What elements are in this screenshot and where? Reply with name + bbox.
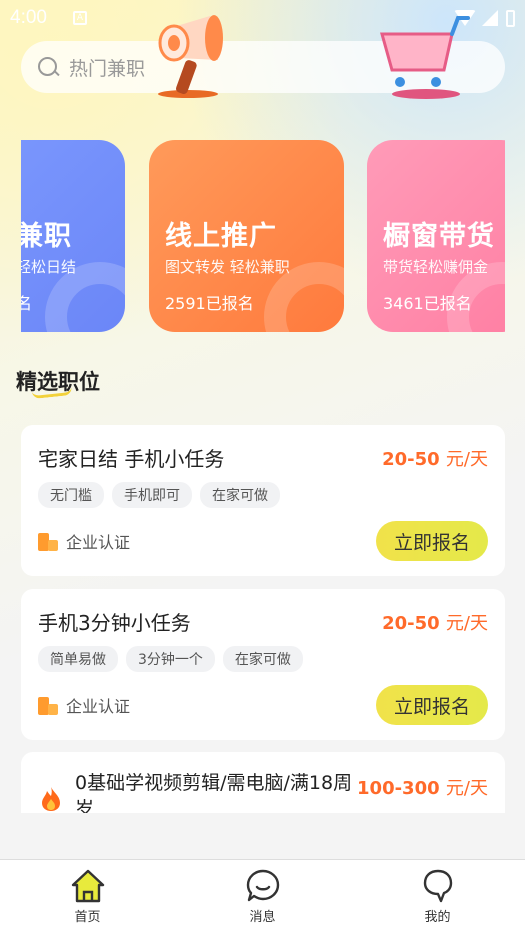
- category-card-part-time[interactable]: 兼职 轻松日结 名: [21, 140, 125, 332]
- apply-button[interactable]: 立即报名: [376, 521, 488, 561]
- job-salary: 20-50 元/天: [382, 609, 488, 635]
- category-carousel[interactable]: 兼职 轻松日结 名 线上推广 图文转发 轻松兼职 2591已报名 橱窗带货 带货…: [21, 108, 505, 338]
- search-placeholder: 热门兼职: [69, 57, 146, 80]
- nav-item-messages[interactable]: 消息: [175, 860, 350, 933]
- job-card[interactable]: 宅家日结 手机小任务 20-50 元/天 无门槛 手机即可 在家可做 企业认证 …: [21, 425, 505, 576]
- salary-unit: 元/天: [445, 778, 488, 799]
- home-icon: [71, 869, 104, 903]
- job-salary: 20-50 元/天: [382, 445, 488, 471]
- message-icon: [246, 869, 279, 902]
- job-tags: 简单易做 3分钟一个 在家可做: [38, 646, 303, 672]
- category-count: 2591已报名: [165, 294, 254, 313]
- salary-range: 100-300: [357, 778, 440, 799]
- nav-label: 首页: [74, 910, 101, 925]
- status-time: 4:00: [10, 7, 47, 28]
- building-icon: [38, 531, 58, 551]
- job-tag: 无门槛: [38, 482, 104, 508]
- bottom-navigation: 首页 消息 我的: [0, 859, 525, 933]
- category-count: 3461已报名: [383, 294, 472, 313]
- shopping-cart-icon: [380, 16, 470, 99]
- job-tags: 无门槛 手机即可 在家可做: [38, 482, 280, 508]
- salary-unit: 元/天: [445, 449, 488, 470]
- company-verified: 企业认证: [38, 529, 130, 553]
- company-verified: 企业认证: [38, 693, 130, 717]
- megaphone-icon: [158, 15, 223, 98]
- category-title: 橱窗带货: [383, 221, 495, 252]
- fire-icon: [42, 787, 60, 811]
- job-tag: 简单易做: [38, 646, 118, 672]
- category-title: 线上推广: [165, 221, 277, 252]
- verify-label: 企业认证: [66, 697, 131, 716]
- salary-range: 20-50: [382, 613, 440, 634]
- job-tag: 在家可做: [222, 646, 303, 672]
- job-tag: 手机即可: [112, 482, 192, 508]
- nav-label: 消息: [249, 910, 276, 925]
- signal-icon: [482, 10, 498, 26]
- job-salary: 100-300 元/天: [357, 774, 488, 800]
- nav-label: 我的: [424, 910, 451, 925]
- salary-unit: 元/天: [445, 613, 488, 634]
- category-subtitle: 图文转发 轻松兼职: [165, 258, 290, 276]
- search-icon: [37, 56, 59, 78]
- building-icon: [38, 695, 58, 715]
- apply-button[interactable]: 立即报名: [376, 685, 488, 725]
- job-card[interactable]: 手机3分钟小任务 20-50 元/天 简单易做 3分钟一个 在家可做 企业认证 …: [21, 589, 505, 740]
- battery-icon: [506, 9, 515, 27]
- notification-icon: A: [72, 11, 87, 25]
- category-card-showcase-selling[interactable]: 橱窗带货 带货轻松赚佣金 3461已报名: [367, 140, 505, 332]
- job-card[interactable]: 0基础学视频剪辑/需电脑/满18周岁 100-300 元/天: [21, 752, 505, 822]
- content-fade: [0, 813, 525, 859]
- job-title: 宅家日结 手机小任务: [38, 447, 225, 471]
- job-title: 手机3分钟小任务: [38, 611, 191, 635]
- category-subtitle: 带货轻松赚佣金: [383, 258, 489, 276]
- job-tag: 3分钟一个: [126, 646, 215, 672]
- job-tag: 在家可做: [200, 482, 280, 508]
- nav-item-home[interactable]: 首页: [0, 860, 175, 933]
- category-subtitle: 轻松日结: [21, 258, 77, 276]
- profile-icon: [423, 869, 452, 903]
- salary-range: 20-50: [382, 449, 440, 470]
- nav-item-profile[interactable]: 我的: [350, 860, 525, 933]
- category-title: 兼职: [21, 221, 72, 252]
- category-card-online-promotion[interactable]: 线上推广 图文转发 轻松兼职 2591已报名: [149, 140, 344, 332]
- category-count: 名: [21, 294, 33, 313]
- verify-label: 企业认证: [66, 533, 131, 552]
